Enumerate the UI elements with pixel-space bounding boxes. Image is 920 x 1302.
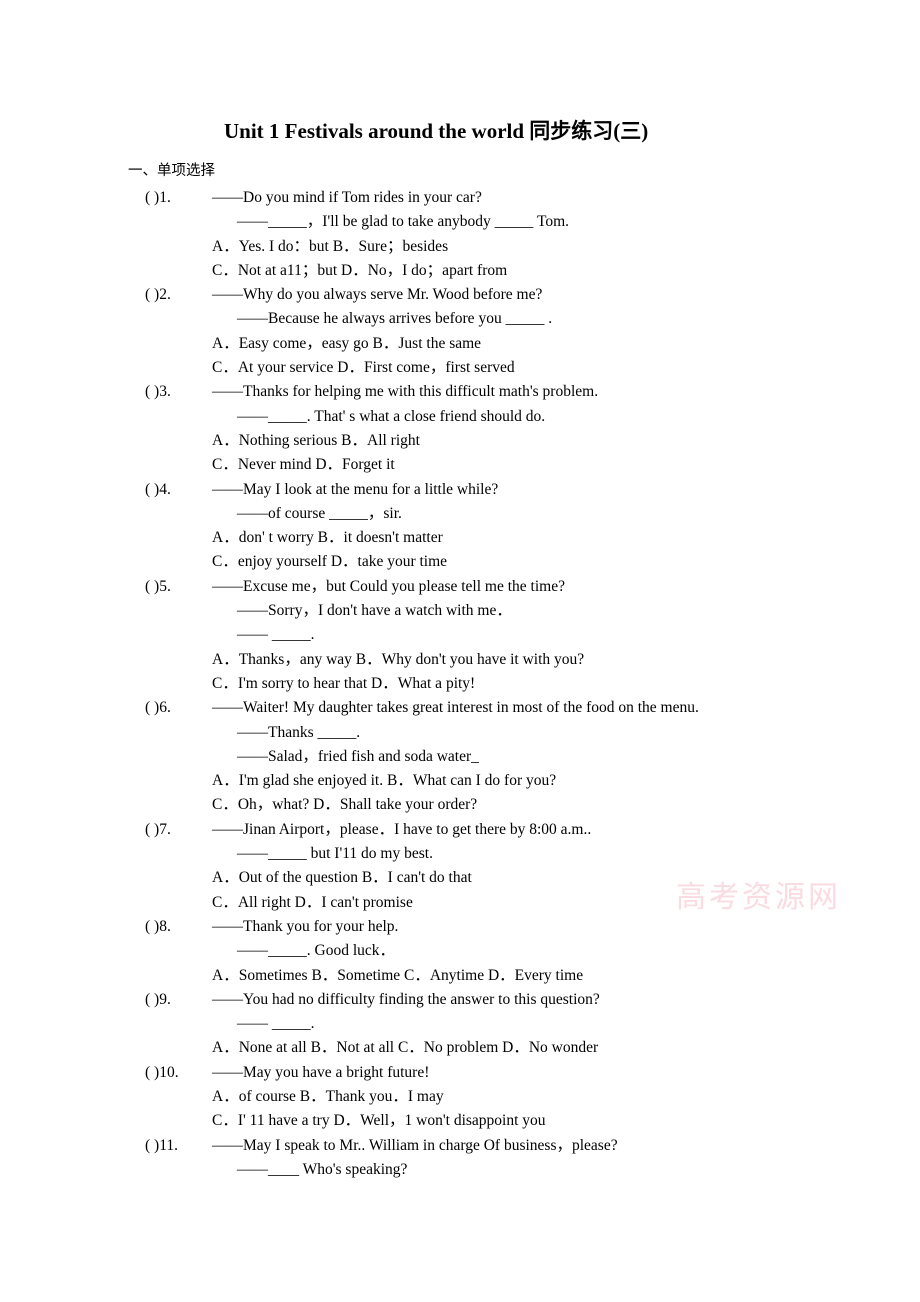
option-text[interactable]: C．Never mind D．Forget it (212, 453, 395, 477)
question-stem-row: ( )2. ——Why do you always serve Mr. Wood … (0, 283, 920, 307)
question-text: ——_____ but I'11 do my best. (237, 845, 433, 863)
question-text: ——_____. That' s what a close friend sho… (237, 407, 546, 425)
option-row[interactable]: A．I'm glad she enjoyed it. B．What can I … (0, 769, 920, 793)
option-text[interactable]: A．of course B．Thank you．I may (212, 1085, 444, 1109)
option-text[interactable]: A．None at all B．Not at all C．No problem … (212, 1036, 598, 1060)
option-text[interactable]: A．Thanks，any way B．Why don't you have it… (212, 648, 584, 672)
question-text: ——_____，I'll be glad to take anybody ___… (237, 213, 570, 231)
question-stem-row: ( )1. ——Do you mind if Tom rides in your … (0, 186, 920, 210)
option-row[interactable]: C．Never mind D．Forget it (0, 453, 920, 477)
question-text: ——Because he always arrives before you _… (237, 310, 553, 328)
option-row[interactable]: A．Yes. I do：but B．Sure；besides (0, 235, 920, 259)
question-stem-row: ( )8. ——Thank you for your help. (0, 915, 920, 939)
question-text: ——Do you mind if Tom rides in your car? (212, 189, 482, 206)
answer-bracket[interactable]: ( )5. (145, 575, 171, 599)
question-text: ——You had no difficulty finding the answ… (212, 990, 600, 1008)
option-text[interactable]: A．Out of the question B．I can't do that (212, 866, 472, 890)
question-text: ——Thanks for helping me with this diffic… (212, 383, 599, 401)
question-continuation-row: ——Sorry，I don't have a watch with me． (0, 599, 920, 623)
question-continuation-row: ——____ Who's speaking? (0, 1158, 920, 1182)
question-stem-row: ( )6. ——Waiter! My daughter takes great i… (0, 696, 920, 720)
question-continuation-row: —— _____. (0, 1012, 920, 1036)
question-text: ——May you have a bright future! (212, 1063, 430, 1081)
option-text[interactable]: C．All right D．I can't promise (212, 891, 413, 915)
option-text[interactable]: A．don' t worry B．it doesn't matter (212, 526, 443, 550)
answer-bracket[interactable]: ( )9. (145, 988, 171, 1012)
answer-bracket[interactable]: ( )10. (145, 1061, 179, 1085)
answer-bracket[interactable]: ( )4. (145, 478, 171, 502)
option-row[interactable]: A．of course B．Thank you．I may (0, 1085, 920, 1109)
question-text: ——____ Who's speaking? (237, 1160, 408, 1178)
answer-bracket[interactable]: ( )6. (145, 696, 171, 720)
question-stem-row: ( )5. ——Excuse me，but Could you please te… (0, 575, 920, 599)
question-text: —— _____. (237, 1015, 315, 1033)
option-row[interactable]: C．I' 11 have a try D．Well，1 won't disapp… (0, 1109, 920, 1133)
section-heading: 一、单项选择 (128, 163, 215, 179)
question-continuation-row: ——_____. That' s what a close friend sho… (0, 405, 920, 429)
question-continuation-row: ——Salad，fried fish and soda water_ (0, 745, 920, 769)
option-row[interactable]: A．None at all B．Not at all C．No problem … (0, 1036, 920, 1060)
question-continuation-row: ——_____ but I'11 do my best. (0, 842, 920, 866)
question-continuation-row: ——of course _____，sir. (0, 502, 920, 526)
option-row[interactable]: C．Not at a11；but D．No，I do；apart from (0, 259, 920, 283)
option-row[interactable]: C．enjoy yourself D．take your time (0, 550, 920, 574)
question-text: ——Thanks _____. (237, 723, 361, 741)
question-stem-row: ( )7. ——Jinan Airport，please．I have to ge… (0, 818, 920, 842)
question-text: ——May I speak to Mr.. William in charge … (212, 1136, 618, 1154)
option-text[interactable]: A．Yes. I do：but B．Sure；besides (212, 235, 448, 259)
question-text: ——Jinan Airport，please．I have to get the… (212, 820, 592, 838)
question-text: ——_____. Good luck． (237, 942, 396, 960)
option-text[interactable]: A．Sometimes B．Sometime C．Anytime D．Every… (212, 964, 583, 988)
question-continuation-row: ——Because he always arrives before you _… (0, 307, 920, 331)
question-text: ——Excuse me，but Could you please tell me… (212, 577, 565, 595)
option-row[interactable]: C．Oh，what? D．Shall take your order? (0, 793, 920, 817)
page-title: Unit 1 Festivals around the world 同步练习(三… (224, 119, 649, 143)
option-row[interactable]: A．Out of the question B．I can't do that (0, 866, 920, 890)
question-continuation-row: —— _____. (0, 623, 920, 647)
question-text: ——Sorry，I don't have a watch with me． (237, 602, 512, 620)
document-page: 高考资源网 Unit 1 Festivals around the world … (0, 0, 920, 1302)
question-stem-row: ( )9. ——You had no difficulty finding the… (0, 988, 920, 1012)
question-text: ——Why do you always serve Mr. Wood befor… (212, 286, 543, 304)
option-row[interactable]: C．At your service D．First come，first ser… (0, 356, 920, 380)
option-text[interactable]: A．Nothing serious B．All right (212, 429, 420, 453)
option-text[interactable]: A．Easy come，easy go B．Just the same (212, 332, 481, 356)
answer-bracket[interactable]: ( )11. (145, 1134, 178, 1158)
question-stem-row: ( )11. ——May I speak to Mr.. William in c… (0, 1134, 920, 1158)
answer-bracket[interactable]: ( )2. (145, 283, 171, 307)
answer-bracket[interactable]: ( )3. (145, 380, 171, 404)
question-continuation-row: ——_____，I'll be glad to take anybody ___… (0, 210, 920, 234)
question-stem-row: ( )10. ——May you have a bright future! (0, 1061, 920, 1085)
option-text[interactable]: C．Oh，what? D．Shall take your order? (212, 793, 477, 817)
option-row[interactable]: A．Easy come，easy go B．Just the same (0, 332, 920, 356)
answer-bracket[interactable]: ( )7. (145, 818, 171, 842)
answer-bracket[interactable]: ( )1. (145, 186, 171, 210)
question-text: ——May I look at the menu for a little wh… (212, 480, 499, 498)
question-list: ( )1. ——Do you mind if Tom rides in your … (0, 186, 920, 1182)
option-row[interactable]: A．Nothing serious B．All right (0, 429, 920, 453)
question-stem-row: ( )3. ——Thanks for helping me with this d… (0, 380, 920, 404)
option-row[interactable]: A．Sometimes B．Sometime C．Anytime D．Every… (0, 964, 920, 988)
option-text[interactable]: C．I' 11 have a try D．Well，1 won't disapp… (212, 1109, 546, 1133)
answer-bracket[interactable]: ( )8. (145, 915, 171, 939)
question-continuation-row: ——Thanks _____. (0, 721, 920, 745)
question-text: ——Salad，fried fish and soda water_ (237, 747, 479, 765)
option-row[interactable]: A．Thanks，any way B．Why don't you have it… (0, 648, 920, 672)
option-text[interactable]: A．I'm glad she enjoyed it. B．What can I … (212, 769, 556, 793)
option-text[interactable]: C．I'm sorry to hear that D．What a pity! (212, 672, 475, 696)
question-stem-row: ( )4. ——May I look at the menu for a litt… (0, 478, 920, 502)
option-text[interactable]: C．enjoy yourself D．take your time (212, 550, 447, 574)
option-text[interactable]: C．At your service D．First come，first ser… (212, 356, 515, 380)
question-continuation-row: ——_____. Good luck． (0, 939, 920, 963)
question-text: ——Thank you for your help. (212, 917, 399, 935)
question-text: ——Waiter! My daughter takes great intere… (212, 699, 699, 717)
option-text[interactable]: C．Not at a11；but D．No，I do；apart from (212, 259, 507, 283)
question-text: —— _____. (237, 626, 315, 644)
option-row[interactable]: A．don' t worry B．it doesn't matter (0, 526, 920, 550)
option-row[interactable]: C．All right D．I can't promise (0, 891, 920, 915)
option-row[interactable]: C．I'm sorry to hear that D．What a pity! (0, 672, 920, 696)
question-text: ——of course _____，sir. (237, 504, 402, 522)
